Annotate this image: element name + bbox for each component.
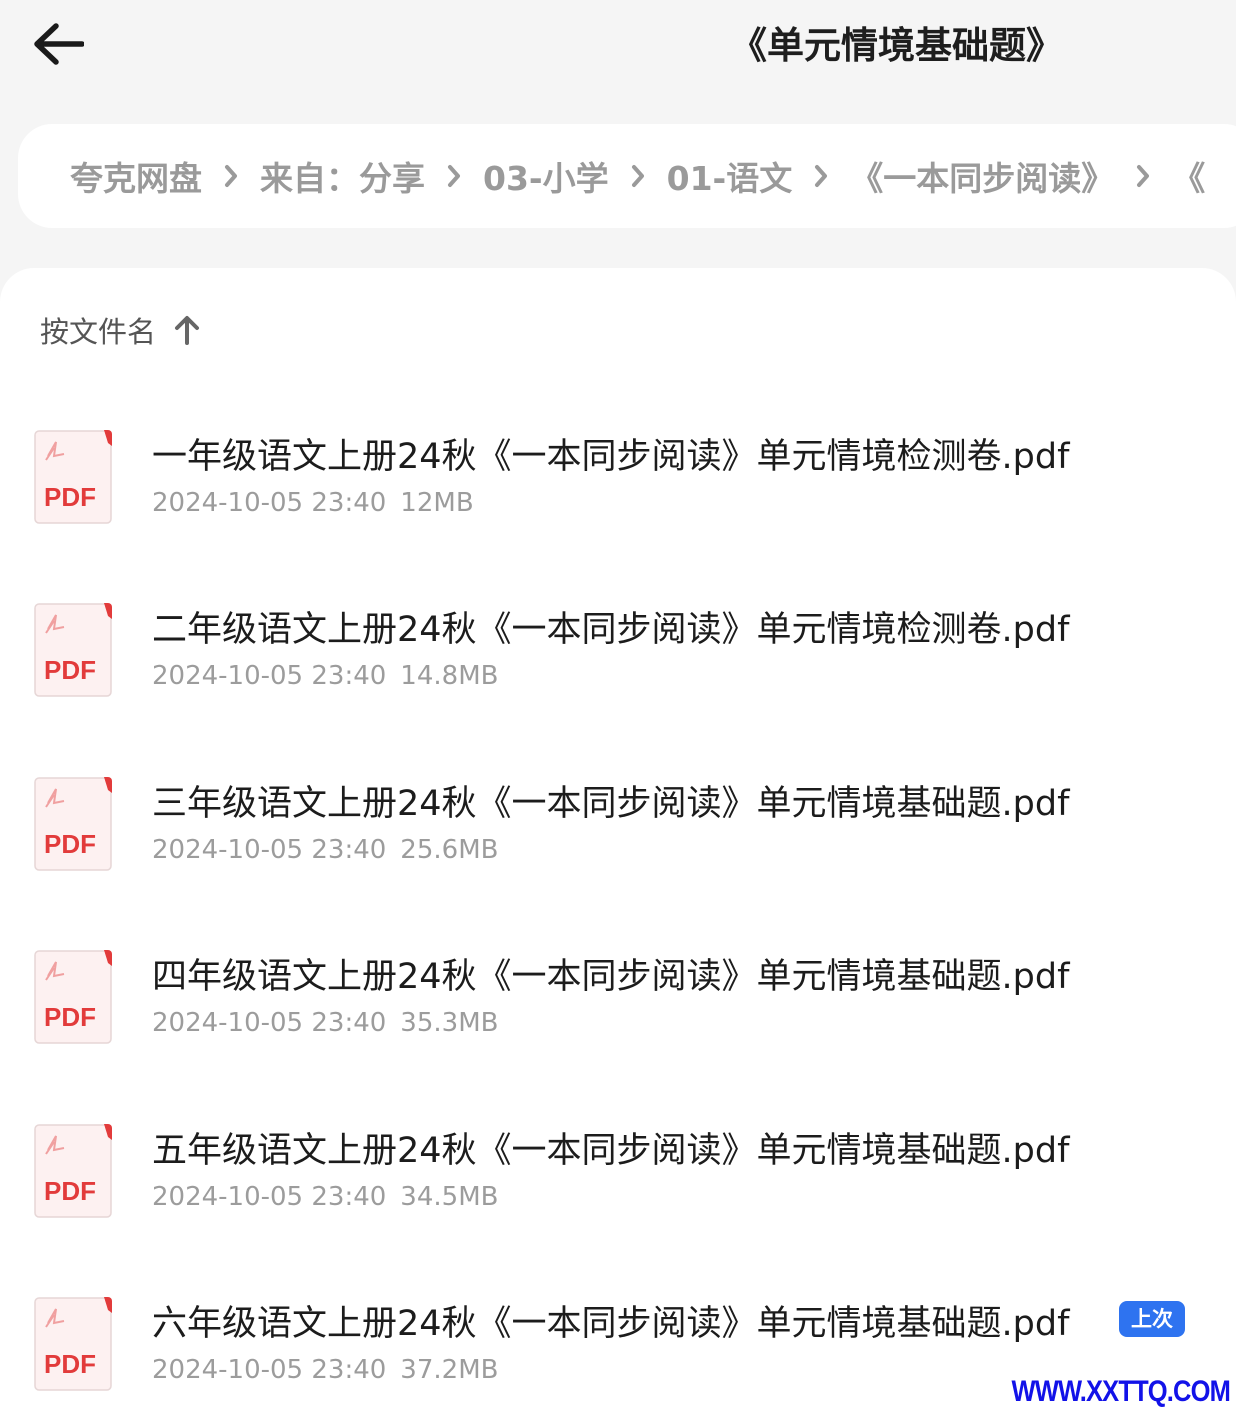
- svg-text:PDF: PDF: [44, 655, 96, 685]
- file-date: 2024-10-05 23:40: [152, 661, 387, 692]
- file-row[interactable]: PDF 三年级语文上册24秋《一本同步阅读》单元情境基础题.pdf 2024-1…: [0, 755, 1236, 928]
- pdf-file-icon: PDF: [34, 950, 112, 1044]
- page-title: 《单元情境基础题》: [730, 24, 1063, 67]
- breadcrumb-item-current[interactable]: 《: [1172, 152, 1205, 200]
- pdf-file-icon: PDF: [34, 776, 112, 871]
- file-date: 2024-10-05 23:40: [152, 834, 387, 865]
- svg-text:PDF: PDF: [44, 1349, 96, 1379]
- svg-text:PDF: PDF: [44, 829, 96, 859]
- file-row[interactable]: PDF 五年级语文上册24秋《一本同步阅读》单元情境基础题.pdf 2024-1…: [0, 1102, 1236, 1275]
- file-meta: 2024-10-05 23:40 12MB: [152, 486, 474, 520]
- file-size: 12MB: [400, 488, 474, 518]
- back-button[interactable]: [28, 18, 88, 70]
- chevron-right-icon: [1126, 159, 1160, 193]
- top-bar: 《单元情境基础题》: [0, 0, 1236, 100]
- breadcrumb-item-shared[interactable]: 来自：分享: [260, 152, 425, 200]
- file-date: 2024-10-05 23:40: [152, 488, 387, 518]
- pdf-file-icon: PDF: [34, 603, 112, 698]
- pdf-file-icon: PDF: [34, 430, 112, 524]
- breadcrumb-item-sync-reading[interactable]: 《一本同步阅读》: [850, 152, 1114, 200]
- file-size: 34.5MB: [400, 1181, 499, 1212]
- file-name: 六年级语文上册24秋《一本同步阅读》单元情境基础题.pdf: [152, 1303, 1070, 1344]
- chevron-right-icon: [804, 159, 838, 193]
- arrow-left-icon: [34, 23, 84, 65]
- breadcrumb: 夸克网盘 来自：分享 03-小学 01-语文 《一本同步阅读》 《: [18, 124, 1236, 228]
- file-meta: 2024-10-05 23:40 34.5MB: [152, 1180, 498, 1214]
- pdf-file-icon: PDF: [34, 1296, 112, 1391]
- file-row[interactable]: PDF 四年级语文上册24秋《一本同步阅读》单元情境基础题.pdf 2024-1…: [0, 928, 1236, 1101]
- file-name: 一年级语文上册24秋《一本同步阅读》单元情境检测卷.pdf: [152, 437, 1070, 477]
- last-opened-badge: 上次: [1119, 1300, 1185, 1337]
- file-size: 25.6MB: [400, 834, 499, 865]
- sort-label: 按文件名: [40, 315, 157, 349]
- file-size: 35.3MB: [400, 1008, 499, 1039]
- file-row[interactable]: PDF 二年级语文上册24秋《一本同步阅读》单元情境检测卷.pdf 2024-1…: [0, 581, 1236, 754]
- file-meta: 2024-10-05 23:40 25.6MB: [152, 833, 498, 867]
- chevron-right-icon: [214, 159, 248, 193]
- file-browser-page: 《单元情境基础题》 夸克网盘 来自：分享 03-小学 01-语文 《一本同步阅读…: [0, 0, 1236, 1413]
- pdf-file-icon: PDF: [34, 1123, 112, 1218]
- file-row[interactable]: PDF 一年级语文上册24秋《一本同步阅读》单元情境检测卷.pdf 2024-1…: [0, 408, 1236, 581]
- file-name: 四年级语文上册24秋《一本同步阅读》单元情境基础题.pdf: [152, 957, 1070, 998]
- watermark: WWW.XXTTQ.COM: [1011, 1375, 1231, 1408]
- chevron-right-icon: [437, 159, 471, 193]
- file-size: 14.8MB: [400, 661, 499, 692]
- sort-toggle[interactable]: 按文件名: [40, 308, 204, 352]
- svg-text:PDF: PDF: [44, 1002, 96, 1032]
- arrow-up-icon: [174, 313, 204, 347]
- file-list-panel: 按文件名 PDF 一年级语文上册24秋《一本同步阅读》单元情境检测卷.pdf 2…: [0, 268, 1236, 1413]
- breadcrumb-item-quark-drive[interactable]: 夸克网盘: [70, 152, 202, 200]
- file-name: 三年级语文上册24秋《一本同步阅读》单元情境基础题.pdf: [152, 783, 1070, 824]
- file-name: 五年级语文上册24秋《一本同步阅读》单元情境基础题.pdf: [152, 1130, 1070, 1171]
- breadcrumb-item-chinese[interactable]: 01-语文: [667, 152, 793, 200]
- file-date: 2024-10-05 23:40: [152, 1008, 387, 1039]
- breadcrumb-item-primary[interactable]: 03-小学: [483, 152, 609, 200]
- chevron-right-icon: [621, 159, 655, 193]
- file-date: 2024-10-05 23:40: [152, 1181, 387, 1212]
- file-size: 37.2MB: [400, 1354, 499, 1385]
- svg-text:PDF: PDF: [44, 1176, 96, 1206]
- file-list: PDF 一年级语文上册24秋《一本同步阅读》单元情境检测卷.pdf 2024-1…: [0, 408, 1236, 1413]
- file-meta: 2024-10-05 23:40 37.2MB: [152, 1353, 498, 1387]
- svg-text:PDF: PDF: [44, 482, 96, 512]
- file-meta: 2024-10-05 23:40 14.8MB: [152, 659, 498, 693]
- file-date: 2024-10-05 23:40: [152, 1354, 387, 1385]
- file-name: 二年级语文上册24秋《一本同步阅读》单元情境检测卷.pdf: [152, 610, 1070, 651]
- file-meta: 2024-10-05 23:40 35.3MB: [152, 1006, 498, 1040]
